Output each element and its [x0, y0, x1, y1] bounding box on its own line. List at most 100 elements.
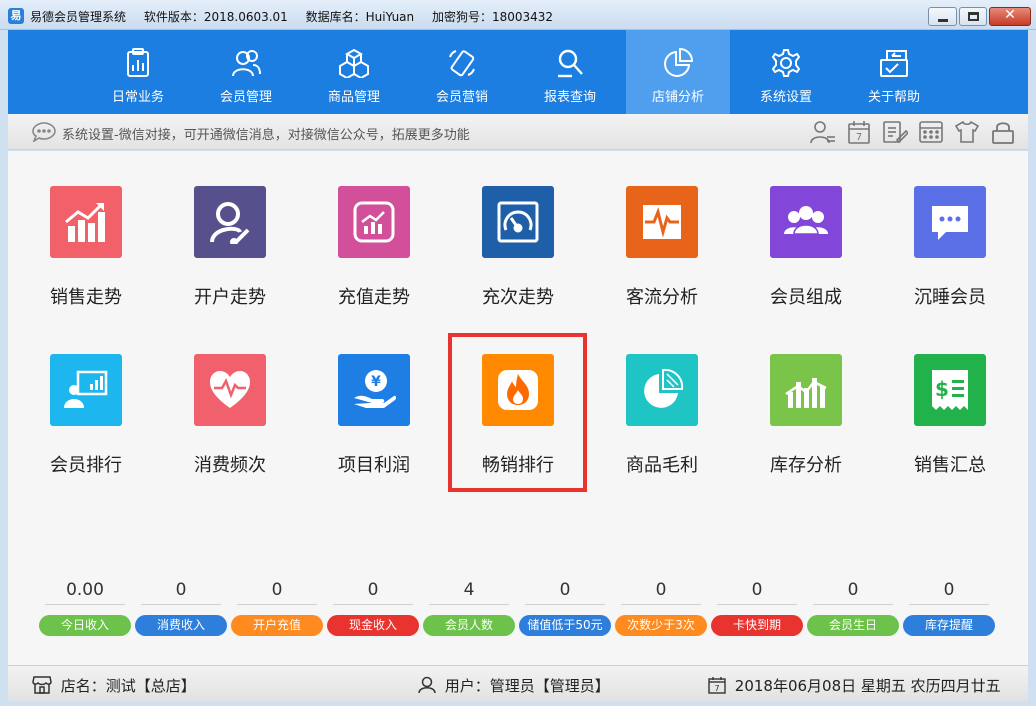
- nav-about-help[interactable]: 关于帮助: [842, 30, 946, 114]
- tile-consumption-frequency[interactable]: 消费频次: [158, 319, 302, 476]
- stat-card-expiring[interactable]: 0 卡快到期: [711, 579, 803, 636]
- sales-trend-icon: [65, 202, 105, 242]
- store-name: 店名：测试【总店】: [60, 677, 196, 695]
- tile-label: 项目利润: [338, 455, 410, 476]
- current-date: 2018年06月08日 星期五 农历四月廿五: [734, 677, 1001, 695]
- tile-inventory-analysis[interactable]: 库存分析: [734, 319, 878, 476]
- tile-label: 充次走势: [482, 287, 554, 308]
- minimize-icon: [938, 19, 948, 22]
- search-report-icon: [558, 49, 583, 78]
- nav-label: 关于帮助: [867, 90, 920, 105]
- minimize-button[interactable]: [928, 7, 957, 26]
- calendar-icon: 7: [848, 121, 870, 144]
- nav-label: 商品管理: [327, 90, 380, 105]
- tile-label: 会员排行: [50, 455, 122, 476]
- pie-chart-icon: [664, 48, 693, 77]
- tile-member-ranking[interactable]: 会员排行: [14, 319, 158, 476]
- tile-icon-box: [194, 354, 266, 426]
- nav-member-management[interactable]: 会员管理: [194, 30, 298, 114]
- nav-label: 系统设置: [759, 90, 812, 105]
- boxes-icon: [339, 48, 369, 78]
- nav-label: 店铺分析: [651, 90, 704, 105]
- database-name: 数据库名：HuiYuan: [305, 10, 415, 24]
- tile-icon-box: [194, 186, 266, 258]
- edit-list-tool[interactable]: [882, 120, 910, 144]
- tile-product-margin[interactable]: 商品毛利: [590, 319, 734, 476]
- nav-store-analysis[interactable]: 店铺分析: [626, 30, 730, 114]
- maximize-button[interactable]: [959, 7, 987, 26]
- stat-pill: 储值低于50元: [519, 615, 611, 636]
- recharge-trend-icon: [353, 201, 395, 243]
- tile-label: 客流分析: [626, 287, 698, 308]
- stat-low-balance[interactable]: 0 储值低于50元: [519, 579, 611, 636]
- stat-value: 4: [429, 579, 509, 605]
- wechat-tip[interactable]: 系统设置-微信对接，可开通微信消息，对接微信公众号，拓展更多功能: [62, 124, 470, 143]
- stat-value: 0: [525, 579, 605, 605]
- edit-list-icon: [883, 121, 910, 144]
- nav-product-management[interactable]: 商品管理: [302, 30, 406, 114]
- stat-account-recharge[interactable]: 0 开户充值: [231, 579, 323, 636]
- tile-member-composition[interactable]: 会员组成: [734, 151, 878, 308]
- lock-tool[interactable]: [990, 120, 1016, 144]
- stat-member-count[interactable]: 4 会员人数: [423, 579, 515, 636]
- tile-icon-box: ¥: [338, 354, 410, 426]
- window-title: 易德会员管理系统 软件版本：2018.0603.01 数据库名：HuiYuan …: [30, 8, 567, 25]
- nav-label: 报表查询: [543, 90, 596, 105]
- stat-pill: 卡快到期: [711, 615, 803, 636]
- stat-member-birthday[interactable]: 0 会员生日: [807, 579, 899, 636]
- nav-label: 日常业务: [111, 90, 164, 105]
- tile-times-trend[interactable]: 充次走势: [446, 151, 590, 308]
- nav-report-query[interactable]: 报表查询: [518, 30, 622, 114]
- member-card-tool[interactable]: [810, 120, 836, 144]
- tile-label: 库存分析: [770, 455, 842, 476]
- close-icon: ✕: [1004, 7, 1016, 23]
- calculator-icon: [919, 121, 943, 143]
- close-button[interactable]: ✕: [989, 7, 1031, 26]
- stat-today-income[interactable]: 0.00 今日收入: [39, 579, 131, 636]
- stat-stock-alert[interactable]: 0 库存提醒: [903, 579, 995, 636]
- shirt-tool[interactable]: [954, 120, 980, 144]
- svg-text:7: 7: [856, 132, 862, 143]
- tile-label: 销售走势: [50, 287, 122, 308]
- tile-traffic-analysis[interactable]: 客流分析: [590, 151, 734, 308]
- tile-label: 商品毛利: [626, 455, 698, 476]
- stat-value: 0: [237, 579, 317, 605]
- stat-pill: 开户充值: [231, 615, 323, 636]
- nav-label: 会员营销: [435, 90, 488, 105]
- stat-value: 0: [333, 579, 413, 605]
- calendar-tool[interactable]: 7: [846, 120, 872, 144]
- nav-member-marketing[interactable]: 会员营销: [410, 30, 514, 114]
- tile-sales-trend[interactable]: 销售走势: [14, 151, 158, 308]
- tile-project-profit[interactable]: ¥ 项目利润: [302, 319, 446, 476]
- receipt-icon: $: [932, 370, 968, 410]
- nav-daily-business[interactable]: 日常业务: [86, 30, 190, 114]
- user-info: 用户：管理员【管理员】: [418, 675, 610, 696]
- app-logo-icon: 易: [8, 8, 24, 24]
- help-icon: [880, 50, 908, 77]
- stat-cash-income[interactable]: 0 现金收入: [327, 579, 419, 636]
- tile-icon-box: [338, 186, 410, 258]
- svg-text:7: 7: [714, 684, 719, 693]
- user-icon: [418, 676, 436, 694]
- phone-icon: [449, 50, 475, 77]
- stat-consumption-income[interactable]: 0 消费收入: [135, 579, 227, 636]
- info-bar: 系统设置-微信对接，可开通微信消息，对接微信公众号，拓展更多功能 7: [8, 114, 1028, 150]
- stat-low-times[interactable]: 0 次数少于3次: [615, 579, 707, 636]
- tile-label: 沉睡会员: [914, 287, 986, 308]
- stat-pill: 今日收入: [39, 615, 131, 636]
- stat-pill: 现金收入: [327, 615, 419, 636]
- tile-dormant-members[interactable]: 沉睡会员: [878, 151, 1022, 308]
- calculator-tool[interactable]: [918, 120, 944, 144]
- tile-icon-box: [50, 354, 122, 426]
- nav-label: 会员管理: [219, 90, 272, 105]
- tile-account-trend[interactable]: 开户走势: [158, 151, 302, 308]
- stat-pill: 消费收入: [135, 615, 227, 636]
- stat-pill: 会员人数: [423, 615, 515, 636]
- software-version: 软件版本：2018.0603.01: [143, 10, 288, 24]
- group-icon: [784, 206, 828, 235]
- tile-sales-summary[interactable]: $ 销售汇总: [878, 319, 1022, 476]
- tile-recharge-trend[interactable]: 充值走势: [302, 151, 446, 308]
- nav-system-settings[interactable]: 系统设置: [734, 30, 838, 114]
- user-name: 用户：管理员【管理员】: [444, 677, 610, 695]
- bar-chart-icon: [785, 378, 827, 408]
